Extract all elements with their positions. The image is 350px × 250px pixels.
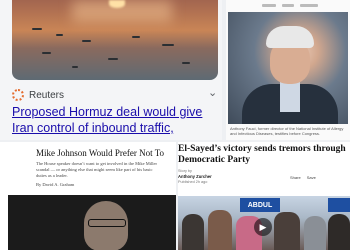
article-title[interactable]: El-Sayed’s victory sends tremors through…	[178, 144, 348, 166]
photo-caption: Anthony Fauci, former director of the Na…	[230, 126, 344, 136]
article-byline: By David A. Graham	[36, 182, 75, 187]
toolbar-item[interactable]	[262, 3, 276, 7]
elsayed-news-card[interactable]: El-Sayed’s victory sends tremors through…	[178, 142, 350, 250]
rally-video-thumbnail[interactable]: ABDUL ▶	[178, 196, 350, 250]
strait-of-hormuz-photo[interactable]	[12, 0, 218, 80]
sun	[109, 0, 125, 8]
person	[274, 212, 300, 250]
glasses	[88, 219, 126, 227]
boat	[132, 36, 140, 38]
boat	[82, 40, 91, 42]
article-toolbar	[226, 0, 350, 10]
fauci-news-card[interactable]: Anthony Fauci, former director of the Na…	[226, 0, 350, 140]
headline-link[interactable]: Proposed Hormuz deal would give Iran con…	[12, 104, 217, 140]
play-icon[interactable]: ▶	[254, 218, 272, 236]
share-button[interactable]: Share	[290, 175, 301, 180]
johnson-photo[interactable]	[8, 195, 176, 250]
hair	[266, 26, 314, 48]
campaign-sign	[328, 198, 350, 212]
boat	[162, 44, 174, 46]
boat	[72, 66, 78, 68]
person	[208, 210, 232, 250]
fauci-photo[interactable]	[228, 12, 348, 124]
boat	[182, 62, 190, 64]
article-byline: Anthony Zurcher	[178, 174, 212, 179]
person	[182, 214, 204, 250]
publisher-name: Reuters	[29, 89, 65, 101]
shirt	[280, 82, 300, 112]
save-button[interactable]: Save	[307, 175, 316, 180]
toolbar-item[interactable]	[300, 3, 318, 7]
campaign-sign: ABDUL	[240, 198, 280, 212]
person	[328, 214, 350, 250]
publisher: Reuters	[12, 88, 64, 102]
byline-label: Story by	[178, 169, 192, 173]
publish-date: Published 2h ago	[178, 180, 208, 184]
article-dek: The House speaker doesn’t want to get in…	[36, 161, 158, 178]
article-actions: Share Save	[290, 175, 316, 180]
reuters-logo-icon	[12, 89, 24, 101]
toolbar-item[interactable]	[282, 3, 294, 7]
article-title[interactable]: Mike Johnson Would Prefer Not To	[36, 148, 164, 158]
boat	[42, 52, 51, 54]
person	[304, 216, 326, 250]
reuters-news-card[interactable]: Reuters ⌄ Proposed Hormuz deal would giv…	[0, 0, 222, 140]
boat	[56, 34, 63, 36]
chevron-down-icon[interactable]: ⌄	[208, 86, 217, 99]
boat	[32, 28, 42, 30]
boat	[108, 58, 118, 60]
johnson-opinion-card[interactable]: Mike Johnson Would Prefer Not To The Hou…	[0, 142, 176, 250]
